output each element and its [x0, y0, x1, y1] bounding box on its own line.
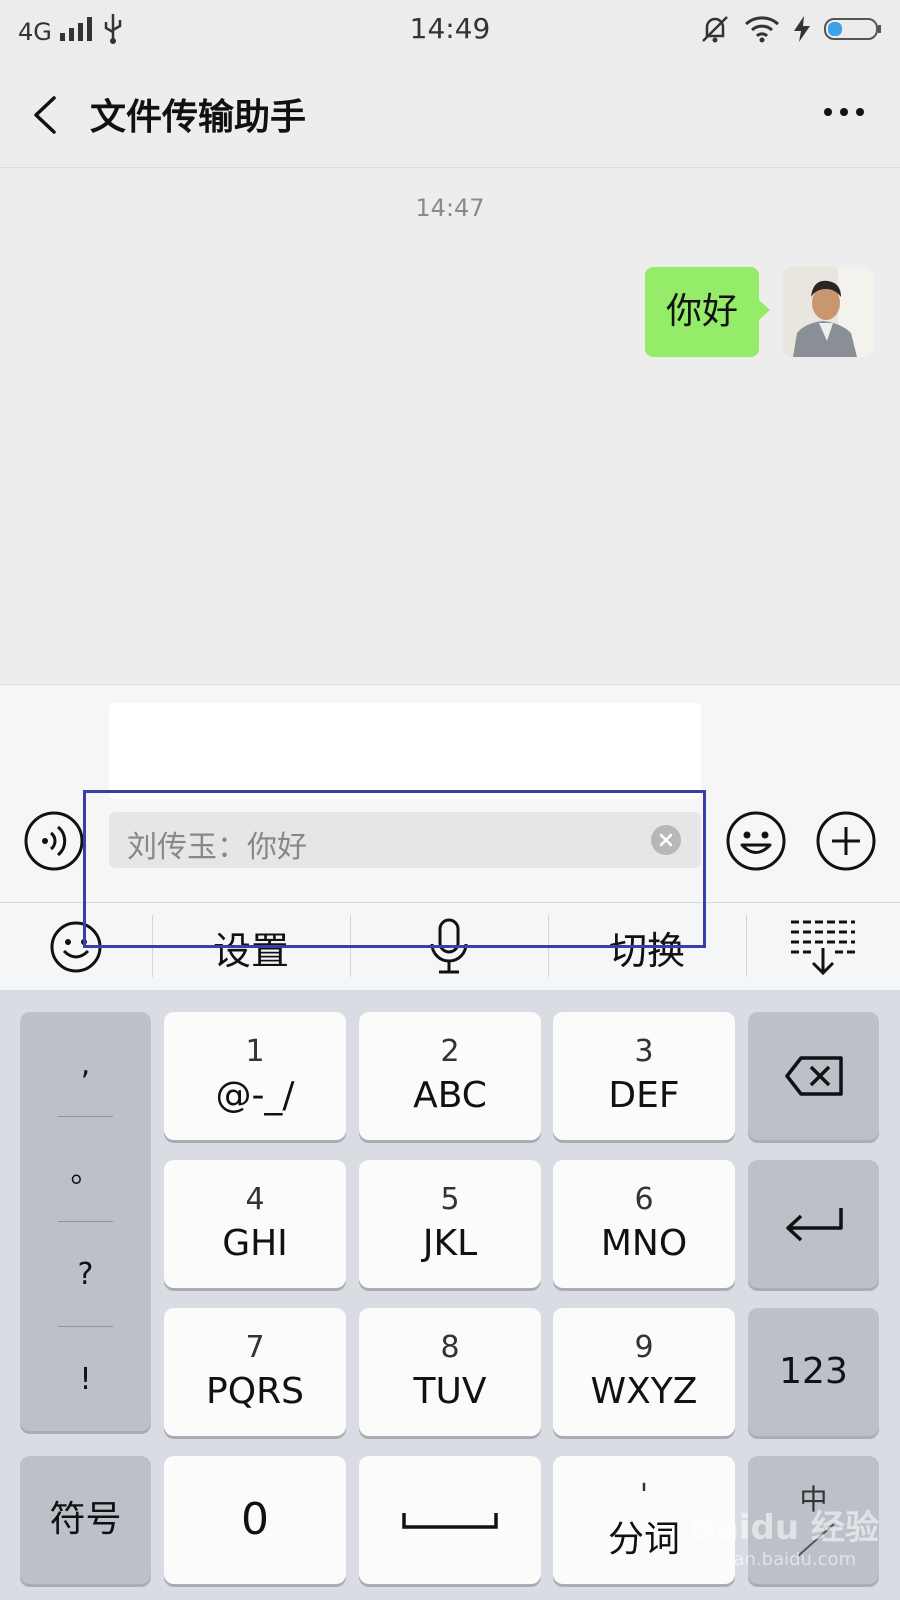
battery-icon [824, 17, 882, 45]
message-input[interactable] [109, 703, 701, 799]
smiley-icon [726, 811, 786, 871]
message-bubble[interactable]: 你好 [645, 267, 770, 357]
watermark-url: jingyan.baidu.com [690, 1549, 857, 1570]
key-letters: WXYZ [590, 1371, 698, 1412]
avatar-photo-icon [783, 267, 873, 357]
close-icon [659, 833, 673, 847]
keyboard-switch-label: 切换 [608, 928, 685, 973]
plus-icon [816, 811, 876, 871]
symbols-key-label: 符号 [49, 1499, 122, 1540]
key-8[interactable]: 8 TUV [359, 1308, 541, 1436]
more-functions-button[interactable] [815, 810, 877, 872]
key-4[interactable]: 4 GHI [164, 1160, 346, 1288]
key-number: 9 [634, 1330, 654, 1365]
emoji-button[interactable] [725, 810, 787, 872]
key-2[interactable]: 2 ABC [359, 1012, 541, 1140]
more-dot-icon [856, 108, 864, 116]
space-icon [402, 1513, 498, 1529]
backspace-key[interactable] [748, 1012, 879, 1140]
voice-icon [24, 811, 84, 871]
space-key[interactable] [359, 1456, 541, 1584]
wifi-icon [744, 15, 780, 47]
key-7[interactable]: 7 PQRS [164, 1308, 346, 1436]
hide-keyboard-button[interactable] [746, 903, 900, 991]
key-1[interactable]: 1 @-_/ [164, 1012, 346, 1140]
key-letters: TUV [413, 1371, 487, 1412]
enter-icon [785, 1208, 843, 1242]
smiley-icon [50, 921, 102, 973]
punct-key-exclamation[interactable]: ! [20, 1327, 151, 1431]
punct-key-period[interactable]: 。 [20, 1117, 151, 1221]
key-letters: PQRS [206, 1371, 304, 1412]
status-right [700, 14, 882, 48]
mute-bell-icon [700, 14, 730, 48]
keyboard-emoji-button[interactable] [0, 903, 152, 991]
punctuation-column[interactable]: , 。 ? ! [20, 1012, 151, 1431]
key-number: 2 [440, 1034, 460, 1069]
keyboard-settings-label: 设置 [212, 928, 289, 973]
backspace-icon [784, 1056, 843, 1096]
more-dot-icon [824, 108, 832, 116]
enter-key[interactable] [748, 1160, 879, 1288]
input-area: 刘传玉：你好 [0, 684, 900, 902]
quoted-message: 刘传玉：你好 [109, 812, 701, 868]
key-number: 1 [245, 1034, 265, 1069]
segment-mark: ' [639, 1478, 649, 1513]
voice-input-button[interactable] [23, 810, 85, 872]
key-3[interactable]: 3 DEF [553, 1012, 735, 1140]
key-0[interactable]: 0 [164, 1456, 346, 1584]
back-button[interactable] [26, 90, 66, 140]
more-options-button[interactable] [824, 108, 864, 116]
zero-key-label: 0 [241, 1494, 269, 1545]
back-arrow-icon [34, 96, 56, 134]
key-5[interactable]: 5 JKL [359, 1160, 541, 1288]
key-number: 8 [440, 1330, 460, 1365]
punct-key-question[interactable]: ? [20, 1222, 151, 1326]
status-bar: 4G 14:49 [0, 0, 900, 60]
clear-quote-button[interactable] [651, 825, 681, 855]
key-letters: DEF [608, 1075, 680, 1116]
symbols-key[interactable]: 符号 [20, 1456, 151, 1584]
key-letters: ABC [413, 1075, 487, 1116]
key-number: 7 [245, 1330, 265, 1365]
message-timestamp: 14:47 [415, 194, 485, 222]
keyboard-switch-button[interactable]: 切换 [548, 903, 746, 991]
more-dot-icon [840, 108, 848, 116]
quoted-message-text: 刘传玉：你好 [127, 830, 307, 865]
key-6[interactable]: 6 MNO [553, 1160, 735, 1288]
baidu-watermark: Baidu 经验 jingyan.baidu.com [690, 1500, 890, 1580]
segment-key-label: 分词 [607, 1519, 680, 1560]
microphone-icon [430, 918, 468, 974]
key-letters: GHI [222, 1223, 288, 1264]
key-number: 3 [634, 1034, 654, 1069]
key-letters: @-_/ [215, 1075, 295, 1116]
voice-typing-button[interactable] [350, 903, 548, 991]
punct-key-comma[interactable]: , [20, 1012, 151, 1116]
key-letters: JKL [422, 1223, 478, 1264]
numbers-key[interactable]: 123 [748, 1308, 879, 1436]
numbers-key-label: 123 [779, 1351, 848, 1392]
key-9[interactable]: 9 WXYZ [553, 1308, 735, 1436]
hide-keyboard-icon [791, 920, 855, 976]
keyboard-settings-button[interactable]: 设置 [152, 903, 350, 991]
key-number: 4 [245, 1182, 265, 1217]
avatar[interactable] [783, 267, 873, 357]
keyboard-toolbar: 设置 切换 [0, 902, 900, 990]
watermark-brand: Baidu 经验 [690, 1508, 879, 1548]
key-number: 6 [634, 1182, 654, 1217]
chat-title: 文件传输助手 [90, 97, 307, 138]
chat-header: 文件传输助手 [0, 60, 900, 168]
key-letters: MNO [600, 1223, 688, 1264]
charging-icon [794, 16, 810, 46]
key-number: 5 [440, 1182, 460, 1217]
